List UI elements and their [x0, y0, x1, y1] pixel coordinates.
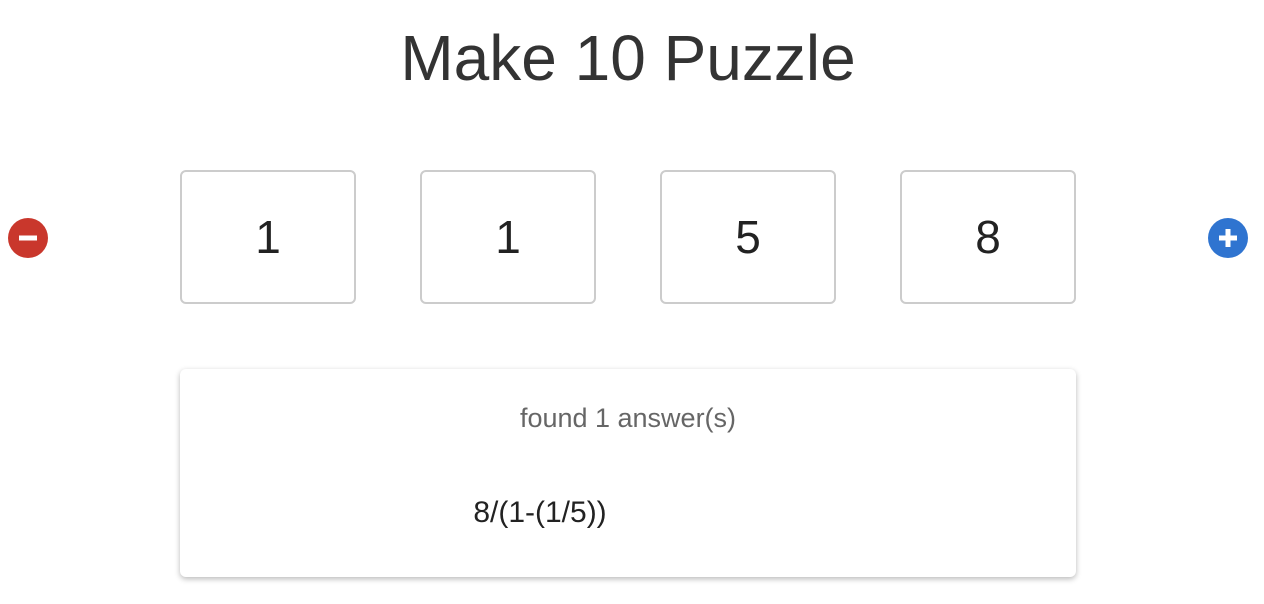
number-input-1[interactable] [180, 170, 356, 304]
plus-circle-icon [1219, 229, 1237, 247]
number-input-2[interactable] [420, 170, 596, 304]
remove-number-button[interactable] [8, 218, 48, 258]
answer-list: 8/(1-(1/5)) [180, 495, 900, 531]
number-input-3[interactable] [660, 170, 836, 304]
answer-count-text: found 1 answer(s) [519, 403, 737, 433]
answer-item: 8/(1-(1/5)) [473, 496, 607, 529]
make10-app: Make 10 Puzzle found 1 answer(s) 8/(1-(1… [0, 0, 1264, 604]
results-panel: found 1 answer(s) 8/(1-(1/5)) [180, 369, 1076, 577]
add-number-button[interactable] [1208, 218, 1248, 258]
page-title: Make 10 Puzzle [400, 22, 856, 94]
minus-circle-icon [19, 235, 37, 241]
number-input-4[interactable] [900, 170, 1076, 304]
